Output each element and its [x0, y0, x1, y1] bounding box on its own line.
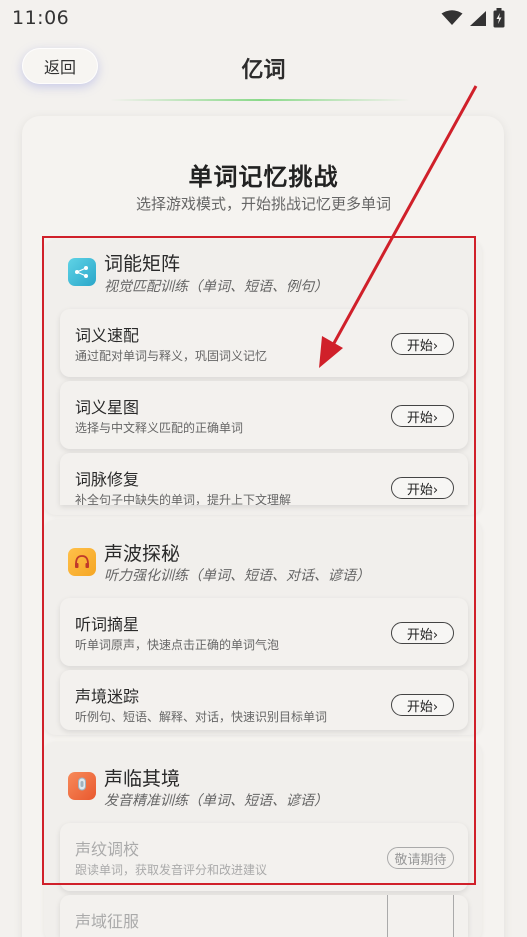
- game-card-listen-star[interactable]: 听词摘星 听单词原声，快速点击正确的单词气泡 开始›: [60, 598, 468, 666]
- status-icons: [441, 8, 505, 28]
- start-button[interactable]: 开始›: [391, 622, 454, 644]
- game-name: 词脉修复: [75, 470, 140, 489]
- page-title: 单词记忆挑战: [188, 163, 339, 191]
- start-button[interactable]: 开始›: [391, 405, 454, 427]
- status-time: 11:06: [12, 7, 70, 29]
- game-card-sound-maze[interactable]: 声境迷踪 听例句、短语、解释、对话，快速识别目标单词 开始›: [60, 670, 468, 730]
- game-card-word-star-map[interactable]: 词义星图 选择与中文释义匹配的正确单词 开始›: [60, 381, 468, 449]
- placeholder-button: [387, 895, 454, 937]
- status-bar: 11:06: [0, 0, 527, 36]
- game-desc: 选择与中文释义匹配的正确单词: [75, 421, 244, 435]
- coming-soon-badge: 敬请期待: [387, 847, 454, 869]
- game-name: 听词摘星: [75, 615, 140, 634]
- headphones-icon: [68, 548, 96, 576]
- battery-icon: [493, 8, 505, 28]
- game-name: 声域征服: [75, 912, 140, 931]
- start-button[interactable]: 开始›: [391, 333, 454, 355]
- game-card-voice-conquer[interactable]: 声域征服: [60, 895, 468, 937]
- start-button[interactable]: 开始›: [391, 477, 454, 499]
- section-title: 声波探秘: [104, 543, 181, 565]
- game-desc: 补全句子中缺失的单词，提升上下文理解: [75, 493, 292, 505]
- page-subtitle: 选择游戏模式，开始挑战记忆更多单词: [135, 195, 391, 213]
- game-desc: 跟读单词，获取发音评分和改进建议: [75, 863, 268, 877]
- header-divider: [110, 99, 410, 101]
- game-desc: 听例句、短语、解释、对话，快速识别目标单词: [75, 710, 328, 724]
- section-title: 声临其境: [104, 768, 181, 790]
- section-desc: 听力强化训练（单词、短语、对话、谚语）: [104, 568, 370, 584]
- game-name: 声纹调校: [75, 840, 140, 859]
- header: 返回 亿词: [0, 44, 527, 94]
- game-card-voice-tune[interactable]: 声纹调校 跟读单词，获取发音评分和改进建议 敬请期待: [60, 823, 468, 891]
- matrix-icon: [68, 258, 96, 286]
- game-name: 声境迷踪: [75, 687, 140, 706]
- game-desc: 听单词原声，快速点击正确的单词气泡: [75, 638, 280, 652]
- game-desc: 通过配对单词与释义，巩固词义记忆: [75, 349, 268, 363]
- signal-icon: [470, 10, 486, 26]
- microphone-icon: [68, 772, 96, 800]
- start-button[interactable]: 开始›: [391, 694, 454, 716]
- app-title: 亿词: [241, 58, 286, 83]
- game-name: 词义星图: [75, 398, 140, 417]
- game-card-word-match[interactable]: 词义速配 通过配对单词与释义，巩固词义记忆 开始›: [60, 309, 468, 377]
- wifi-icon: [441, 10, 463, 25]
- game-name: 词义速配: [75, 326, 140, 345]
- section-desc: 发音精准训练（单词、短语、谚语）: [104, 793, 328, 809]
- game-card-word-repair[interactable]: 词脉修复 补全句子中缺失的单词，提升上下文理解 开始›: [60, 453, 468, 505]
- section-title: 词能矩阵: [104, 253, 181, 275]
- section-desc: 视觉匹配训练（单词、短语、例句）: [104, 279, 328, 295]
